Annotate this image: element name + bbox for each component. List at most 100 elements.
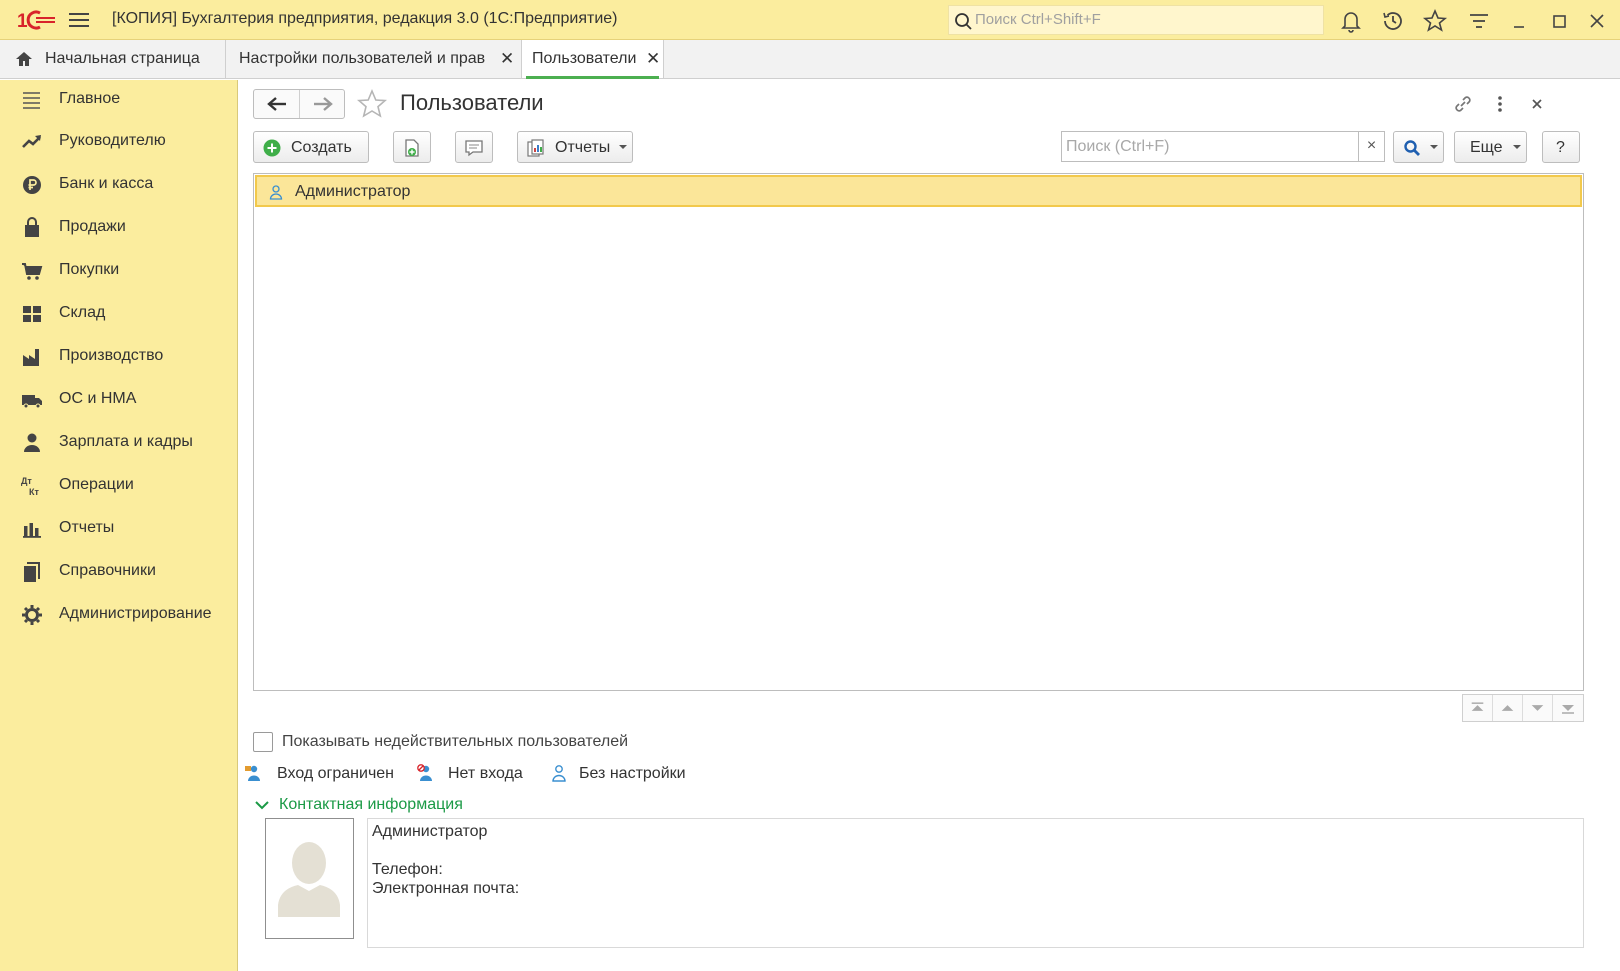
contact-name: Администратор <box>372 823 488 840</box>
truck-icon <box>22 395 42 409</box>
tab-users[interactable]: Пользователи ✕ <box>522 40 664 79</box>
table-row[interactable]: Администратор <box>255 175 1582 207</box>
add-to-favorites-icon[interactable] <box>356 88 388 120</box>
forward-arrow-icon[interactable] <box>300 90 346 118</box>
reports-label: Отчеты <box>555 139 611 156</box>
functions-menu-icon[interactable] <box>1466 8 1492 34</box>
sidebar-item-operations[interactable]: Дт Кт Операции <box>0 466 238 506</box>
help-button[interactable]: ? <box>1542 131 1580 163</box>
sidebar-item-management[interactable]: Руководителю <box>0 122 238 162</box>
user-name: Администратор <box>295 183 411 200</box>
sidebar-item-salary[interactable]: Зарплата и кадры <box>0 423 238 463</box>
help-label: ? <box>1556 139 1565 156</box>
trend-icon <box>22 135 41 148</box>
user-photo[interactable] <box>265 818 354 939</box>
favorites-star-icon[interactable] <box>1422 8 1448 34</box>
more-vertical-icon[interactable] <box>1488 92 1512 116</box>
contact-info-box: Администратор Телефон: Электронная почта… <box>367 818 1584 948</box>
clear-search-button[interactable]: × <box>1358 132 1384 161</box>
sidebar-item-production[interactable]: Производство <box>0 337 238 377</box>
link-icon[interactable] <box>1451 92 1475 116</box>
show-invalid-checkbox[interactable] <box>253 732 273 752</box>
1c-logo-icon: 1 <box>17 10 55 32</box>
create-button[interactable]: Создать <box>253 131 369 163</box>
new-document-icon <box>405 139 419 157</box>
legend-label: Нет входа <box>448 765 523 782</box>
scroll-down-icon[interactable] <box>1523 695 1553 721</box>
scroll-up-icon[interactable] <box>1493 695 1523 721</box>
gear-icon <box>22 605 42 625</box>
bell-icon[interactable] <box>1338 8 1364 34</box>
search-options-button[interactable] <box>1393 131 1444 163</box>
factory-icon <box>23 349 39 366</box>
user-no-setup-icon <box>269 185 283 200</box>
tab-label: Настройки пользователей и прав <box>239 50 486 67</box>
tab-user-settings[interactable]: Настройки пользователей и прав ✕ <box>226 40 522 78</box>
sidebar-item-label: Производство <box>59 347 164 364</box>
history-nav <box>253 89 345 119</box>
sidebar-item-reports[interactable]: Отчеты <box>0 509 238 549</box>
sidebar-item-label: Продажи <box>59 218 126 235</box>
show-invalid-label: Показывать недействительных пользователе… <box>282 733 629 750</box>
ruble-icon <box>23 176 41 194</box>
phone-label: Телефон: <box>372 861 443 878</box>
comment-button[interactable] <box>455 131 493 163</box>
sidebar-item-catalogs[interactable]: Справочники <box>0 552 238 592</box>
list-search-input[interactable]: Поиск (Ctrl+F) × <box>1061 131 1385 162</box>
close-window-icon[interactable] <box>1584 8 1610 34</box>
warehouse-icon <box>23 306 41 322</box>
sidebar-item-sales[interactable]: Продажи <box>0 208 238 248</box>
close-tab-icon[interactable]: ✕ <box>646 49 660 69</box>
close-tab-icon[interactable]: ✕ <box>500 49 514 69</box>
sidebar-item-label: ОС и НМА <box>59 390 137 407</box>
list-scroll-controls <box>1462 694 1584 722</box>
avatar-placeholder-icon <box>278 842 340 917</box>
close-form-icon[interactable] <box>1525 92 1549 116</box>
user-no-login-icon <box>417 764 432 781</box>
sidebar-item-warehouse[interactable]: Склад <box>0 294 238 334</box>
scroll-last-icon[interactable] <box>1553 695 1583 721</box>
title-bar: 1 [КОПИЯ] Бухгалтерия предприятия, редак… <box>0 0 1620 40</box>
back-arrow-icon[interactable] <box>254 90 300 118</box>
minimize-icon[interactable] <box>1506 8 1532 34</box>
sidebar-item-label: Отчеты <box>59 519 115 536</box>
sidebar-item-main[interactable]: Главное <box>0 80 238 120</box>
plus-circle-icon <box>263 139 281 157</box>
reports-button[interactable]: Отчеты <box>517 131 633 163</box>
global-search-input[interactable]: Поиск Ctrl+Shift+F <box>948 5 1324 35</box>
sidebar-item-purchases[interactable]: Покупки <box>0 251 238 291</box>
sections-panel: Главное Руководителю Банк и касса Продаж… <box>0 80 238 971</box>
sidebar-item-label: Склад <box>59 304 106 321</box>
sidebar-item-administration[interactable]: Администрирование <box>0 595 238 635</box>
create-label: Создать <box>291 139 352 156</box>
svg-text:Кт: Кт <box>29 487 39 497</box>
contact-info-title: Контактная информация <box>279 796 463 813</box>
history-icon[interactable] <box>1380 8 1406 34</box>
more-button[interactable]: Еще <box>1454 131 1527 163</box>
sidebar-item-label: Операции <box>59 476 134 493</box>
chevron-down-icon <box>619 145 627 149</box>
copy-button[interactable] <box>393 131 431 163</box>
tab-bar: Начальная страница Настройки пользовател… <box>0 40 1620 79</box>
sidebar-item-label: Покупки <box>59 261 120 278</box>
legend-label: Вход ограничен <box>277 765 395 782</box>
search-icon <box>1404 140 1420 156</box>
tab-home[interactable]: Начальная страница <box>0 40 226 78</box>
main-menu-icon[interactable] <box>66 10 92 30</box>
sidebar-item-bank[interactable]: Банк и касса <box>0 165 238 205</box>
sidebar-item-fixed-assets[interactable]: ОС и НМА <box>0 380 238 420</box>
chevron-down-icon <box>255 801 269 810</box>
reports-icon <box>527 139 544 157</box>
sidebar-item-label: Руководителю <box>59 132 166 149</box>
sidebar-item-label: Администрирование <box>59 605 212 622</box>
scroll-first-icon[interactable] <box>1463 695 1493 721</box>
window-title: [КОПИЯ] Бухгалтерия предприятия, редакци… <box>112 10 618 27</box>
users-form: Пользователи Создать Отчеты Поиск (Ctrl+… <box>238 80 1620 971</box>
user-no-setup-icon <box>552 765 566 782</box>
search-placeholder: Поиск (Ctrl+F) <box>1066 138 1170 155</box>
comment-icon <box>465 140 483 157</box>
maximize-icon[interactable] <box>1546 8 1572 34</box>
search-icon <box>955 13 972 30</box>
users-list[interactable]: Администратор <box>253 173 1584 691</box>
bar-chart-icon <box>23 523 41 538</box>
